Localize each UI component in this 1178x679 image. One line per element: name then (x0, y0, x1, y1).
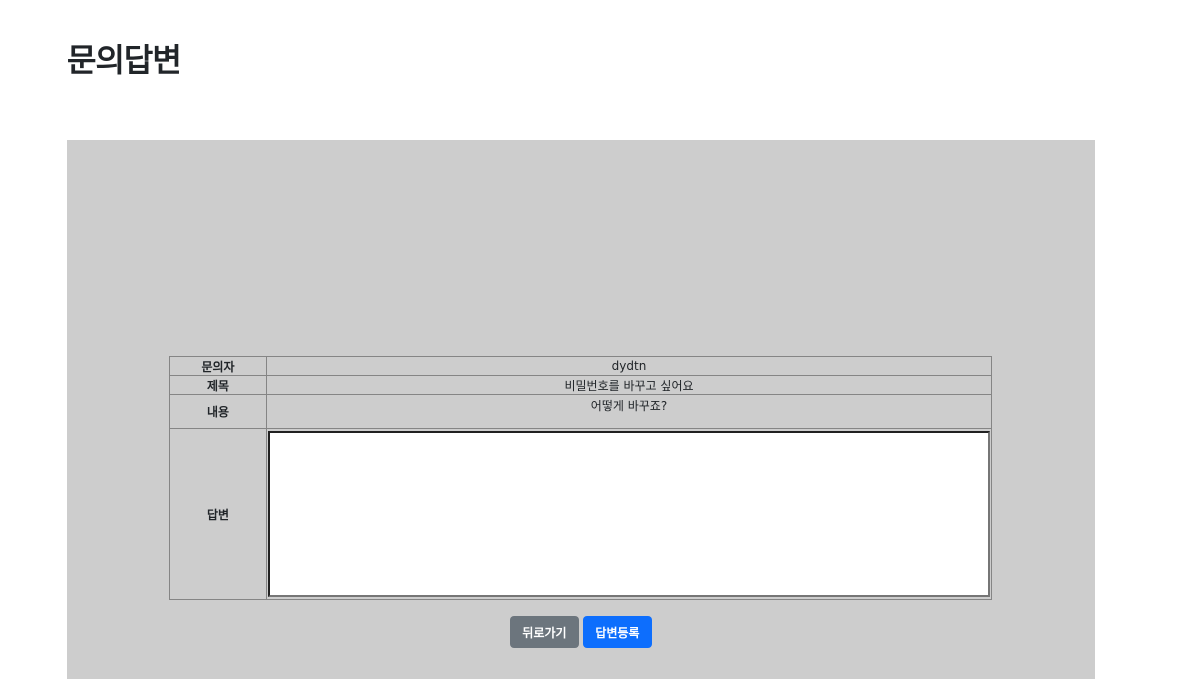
inquirer-value: dydtn (266, 356, 992, 376)
content-value: 어떻게 바꾸죠? (266, 394, 992, 429)
content-row: 내용 어떻게 바꾸죠? (169, 394, 992, 429)
answer-label: 답변 (169, 428, 267, 600)
action-buttons: 뒤로가기 답변등록 (510, 616, 652, 648)
answer-form-panel: 문의자 dydtn 제목 비밀번호를 바꾸고 싶어요 내용 어떻게 바꾸죠? 답… (67, 140, 1095, 679)
subject-value: 비밀번호를 바꾸고 싶어요 (266, 375, 992, 395)
back-button[interactable]: 뒤로가기 (510, 616, 579, 648)
answer-textarea[interactable] (268, 431, 990, 597)
answer-cell (266, 428, 992, 600)
inquirer-label: 문의자 (169, 356, 267, 376)
subject-label: 제목 (169, 375, 267, 395)
answer-row: 답변 (169, 428, 992, 600)
inquirer-row: 문의자 dydtn (169, 356, 992, 376)
submit-answer-button[interactable]: 답변등록 (583, 616, 652, 648)
subject-row: 제목 비밀번호를 바꾸고 싶어요 (169, 375, 992, 395)
content-label: 내용 (169, 394, 267, 429)
inquiry-table: 문의자 dydtn 제목 비밀번호를 바꾸고 싶어요 내용 어떻게 바꾸죠? 답… (169, 356, 992, 600)
page-title: 문의답변 (67, 41, 182, 79)
